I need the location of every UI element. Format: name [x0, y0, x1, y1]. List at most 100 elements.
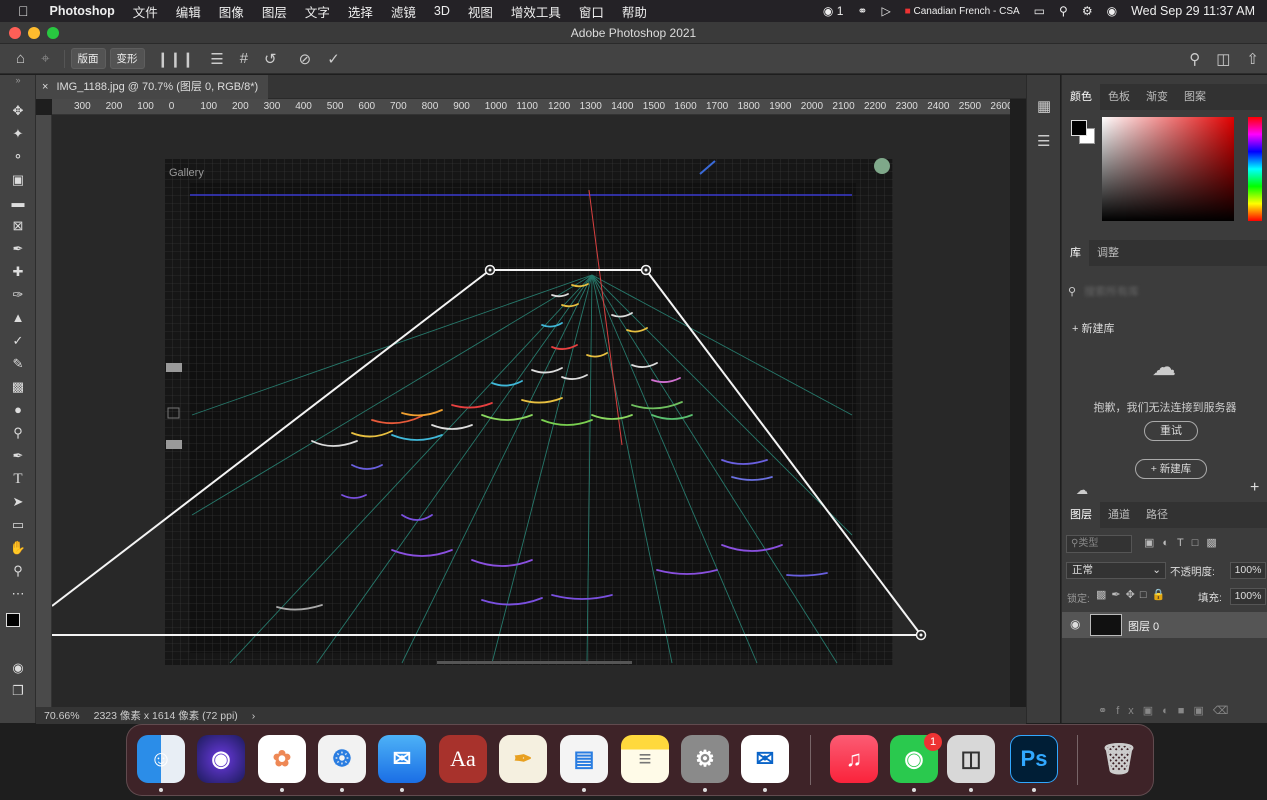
lasso-tool-icon[interactable]: ⚬: [4, 147, 32, 167]
new-library-button[interactable]: + 新建库: [1135, 459, 1207, 479]
new-library-link[interactable]: + 新建库: [1072, 320, 1115, 336]
menu-photoshop[interactable]: Photoshop: [41, 4, 124, 18]
minimize-window-button[interactable]: [28, 27, 40, 39]
pages-icon[interactable]: ✒: [499, 735, 547, 783]
search-icon[interactable]: ⚲: [1059, 4, 1068, 18]
status-arrow[interactable]: ›: [252, 710, 256, 722]
siri-icon[interactable]: ◉: [1107, 4, 1117, 18]
input-source[interactable]: ■ Canadian French - CSA: [905, 6, 1020, 17]
photoshop-icon[interactable]: Ps: [1010, 735, 1058, 783]
edit-toolbar-icon[interactable]: ⋯: [4, 584, 32, 604]
home-icon[interactable]: ⌂: [16, 50, 25, 67]
screen-mode-icon[interactable]: ❐: [4, 681, 32, 701]
zoom-tool-icon[interactable]: ⚲: [4, 561, 32, 581]
hand-tool-icon[interactable]: ✋: [4, 538, 32, 558]
cancel-icon[interactable]: ⊘: [299, 50, 312, 68]
photos-icon[interactable]: ✿: [258, 735, 306, 783]
play-status-icon[interactable]: ▷: [881, 4, 890, 18]
layer-row[interactable]: ◉ 图层 0: [1062, 612, 1267, 638]
layer-name[interactable]: 图层 0: [1128, 618, 1159, 634]
layout-button[interactable]: 版面: [70, 48, 106, 69]
move-tool-icon[interactable]: ✥: [4, 101, 32, 121]
menu-view[interactable]: 视图: [459, 2, 502, 21]
object-selection-tool-icon[interactable]: ▣: [4, 170, 32, 190]
blur-tool-icon[interactable]: ●: [4, 400, 32, 420]
layer-actions[interactable]: ⚭fx▣◐■▣⌫: [1098, 704, 1237, 717]
apple-menu-icon[interactable]: : [0, 3, 41, 19]
menu-layer[interactable]: 图层: [253, 2, 296, 21]
blend-mode-select[interactable]: 正常 ⌄: [1066, 562, 1166, 579]
clock[interactable]: Wed Sep 29 11:37 AM: [1131, 4, 1255, 18]
workspace-icon[interactable]: ◫: [1216, 50, 1230, 68]
menu-edit[interactable]: 编辑: [167, 2, 210, 21]
dodge-tool-icon[interactable]: ⚲: [4, 423, 32, 443]
menu-plugins[interactable]: 增效工具: [502, 2, 570, 21]
stuffit-icon[interactable]: ◫: [947, 735, 995, 783]
layer-kind-filter[interactable]: ⚲类型: [1066, 535, 1132, 553]
tab-close-icon[interactable]: ×: [42, 75, 48, 99]
tab-paths[interactable]: 路径: [1138, 502, 1176, 528]
fill-input[interactable]: 100%: [1230, 588, 1266, 605]
collapse-icon[interactable]: »: [4, 75, 32, 85]
keynote-icon[interactable]: ▤: [560, 735, 608, 783]
transform-tool-icon[interactable]: ⌖: [41, 50, 49, 67]
eraser-tool-icon[interactable]: ✎: [4, 354, 32, 374]
type-tool-icon[interactable]: T: [4, 469, 32, 489]
history-panel-icon[interactable]: ▦: [1037, 97, 1051, 115]
color-field[interactable]: [1102, 117, 1234, 221]
tab-libraries[interactable]: 库: [1062, 240, 1089, 266]
retry-button[interactable]: 重试: [1144, 421, 1198, 441]
menu-file[interactable]: 文件: [124, 2, 167, 21]
tab-patterns[interactable]: 图案: [1176, 84, 1214, 110]
lock-icons[interactable]: ▩✒✥□🔒: [1096, 588, 1170, 601]
grid-split-icon[interactable]: #: [240, 50, 248, 67]
frame-tool-icon[interactable]: ⊠: [4, 216, 32, 236]
dictionary-icon[interactable]: Aa: [439, 735, 487, 783]
layer-filter-icons[interactable]: ▣◐T□▩: [1144, 536, 1225, 549]
eye-icon[interactable]: ◉: [1070, 617, 1080, 631]
foreground-color-swatch[interactable]: [6, 613, 20, 627]
menu-3d[interactable]: 3D: [425, 4, 459, 18]
tab-layers[interactable]: 图层: [1062, 502, 1100, 528]
opacity-input[interactable]: 100%: [1230, 562, 1266, 579]
trash-icon[interactable]: 🗑: [1095, 735, 1143, 783]
close-window-button[interactable]: [9, 27, 21, 39]
document-canvas[interactable]: Gallery: [51, 115, 1010, 707]
color-swatches[interactable]: [4, 607, 32, 641]
healing-brush-tool-icon[interactable]: ✚: [4, 262, 32, 282]
magic-wand-tool-icon[interactable]: ✦: [4, 124, 32, 144]
zoom-window-button[interactable]: [47, 27, 59, 39]
pen-tool-icon[interactable]: ✒: [4, 446, 32, 466]
menu-type[interactable]: 文字: [296, 2, 339, 21]
battery-icon[interactable]: ▭: [1034, 4, 1045, 18]
library-search[interactable]: ⚲ 搜索所有库: [1068, 280, 1262, 302]
music-icon[interactable]: ♫: [830, 735, 878, 783]
wechat-status-icon[interactable]: ◉ 1: [823, 4, 844, 18]
quick-mask-icon[interactable]: ◉: [4, 658, 32, 678]
eyedropper-tool-icon[interactable]: ✒: [4, 239, 32, 259]
tab-adjustments[interactable]: 调整: [1089, 240, 1127, 266]
creative-cloud-status-icon[interactable]: ⚭: [857, 4, 867, 18]
hue-slider[interactable]: [1248, 117, 1262, 221]
foreground-color-swatch[interactable]: [1071, 120, 1087, 136]
brush-tool-icon[interactable]: ✑: [4, 285, 32, 305]
tab-swatches[interactable]: 色板: [1100, 84, 1138, 110]
tab-color[interactable]: 颜色: [1062, 84, 1100, 110]
warp-button[interactable]: 变形: [109, 48, 145, 69]
document-tab[interactable]: × IMG_1188.jpg @ 70.7% (图层 0, RGB/8*): [36, 75, 269, 99]
clone-stamp-tool-icon[interactable]: ▲: [4, 308, 32, 328]
menu-image[interactable]: 图像: [210, 2, 253, 21]
tab-channels[interactable]: 通道: [1100, 502, 1138, 528]
outlook-icon[interactable]: ✉: [741, 735, 789, 783]
mail-icon[interactable]: ✉: [378, 735, 426, 783]
ruler-tool-icon[interactable]: ▬: [4, 193, 32, 213]
rectangle-tool-icon[interactable]: ▭: [4, 515, 32, 535]
search-icon[interactable]: ⚲: [1189, 50, 1200, 68]
notes-icon[interactable]: ≡: [621, 735, 669, 783]
menu-filter[interactable]: 滤镜: [382, 2, 425, 21]
siri-icon[interactable]: ◉: [197, 735, 245, 783]
history-brush-tool-icon[interactable]: ✓: [4, 331, 32, 351]
vertical-split-icon[interactable]: ❙❙❙: [157, 50, 195, 68]
menu-select[interactable]: 选择: [339, 2, 382, 21]
system-preferences-icon[interactable]: ⚙: [681, 735, 729, 783]
